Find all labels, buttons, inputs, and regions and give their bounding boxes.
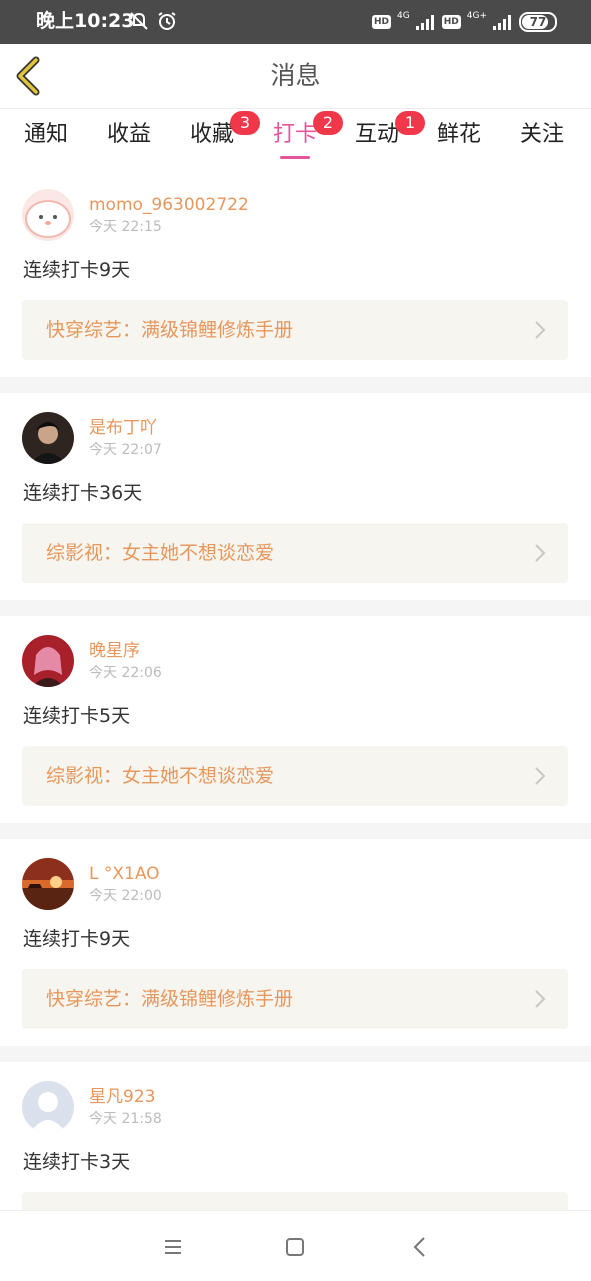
menu-icon[interactable] <box>159 1233 187 1261</box>
active-tab-indicator <box>280 156 310 159</box>
list-item: 晚星序 今天 22:06 连续打卡5天 综影视：女主她不想谈恋爱 <box>0 616 591 823</box>
tab-label: 通知 <box>24 122 69 147</box>
status-bar: 晚上10:23 HD 4G HD 4G+ 77 <box>0 0 591 44</box>
chevron-right-icon <box>535 321 546 339</box>
status-time: 晚上10:23 <box>36 10 135 32</box>
divider <box>0 377 591 393</box>
tab-interaction[interactable]: 互动 1 <box>355 111 425 151</box>
message-text: 连续打卡9天 <box>23 259 131 281</box>
home-icon[interactable] <box>281 1233 309 1261</box>
hd-badge: HD <box>372 15 392 29</box>
chevron-right-icon <box>535 990 546 1008</box>
divider <box>0 1046 591 1062</box>
avatar[interactable] <box>22 858 74 910</box>
tab-label: 打卡 <box>273 122 318 147</box>
message-text: 连续打卡5天 <box>23 705 131 727</box>
list-item: 是布丁吖 今天 22:07 连续打卡36天 综影视：女主她不想谈恋爱 <box>0 393 591 600</box>
message-text: 连续打卡9天 <box>23 928 131 950</box>
list-item: momo_963002722 今天 22:15 连续打卡9天 快穿综艺：满级锦鲤… <box>0 170 591 377</box>
book-title: 综影视：女主她不想谈恋爱 <box>46 542 275 564</box>
timestamp: 今天 22:00 <box>89 888 162 904</box>
tab-checkin[interactable]: 打卡 2 <box>273 111 343 151</box>
back-nav-icon[interactable] <box>406 1233 434 1261</box>
chevron-right-icon <box>535 544 546 562</box>
divider <box>0 600 591 616</box>
list-item: L °X1AO 今天 22:00 连续打卡9天 快穿综艺：满级锦鲤修炼手册 <box>0 839 591 1046</box>
tab-label: 鲜花 <box>437 122 482 147</box>
avatar[interactable] <box>22 412 74 464</box>
system-nav-bar <box>0 1210 591 1281</box>
timestamp: 今天 22:15 <box>89 219 162 235</box>
signal-icon <box>415 15 434 30</box>
tab-following[interactable]: 关注 <box>520 119 564 151</box>
timestamp: 今天 22:06 <box>89 665 162 681</box>
tab-label: 互动 <box>355 122 400 147</box>
avatar[interactable] <box>22 189 74 241</box>
network-label-2: 4G+ <box>466 11 487 21</box>
message-text: 连续打卡36天 <box>23 482 143 504</box>
avatar[interactable] <box>22 635 74 687</box>
hd-badge-2: HD <box>441 15 461 29</box>
tab-label: 收藏 <box>190 122 235 147</box>
app-header: 消息 <box>0 44 591 109</box>
chevron-right-icon <box>535 767 546 785</box>
alarm-icon <box>158 12 176 30</box>
username[interactable]: momo_963002722 <box>89 194 249 216</box>
book-title: 综影视：女主她不想谈恋爱 <box>46 765 275 787</box>
tab-notifications[interactable]: 通知 <box>24 119 68 151</box>
book-link[interactable]: 快穿综艺：满级锦鲤修炼手册 <box>22 300 568 360</box>
battery-level: 77 <box>529 15 547 29</box>
tab-label: 收益 <box>107 122 152 147</box>
tab-badge: 3 <box>230 111 260 135</box>
tab-badge: 1 <box>395 111 425 135</box>
tab-bar: 通知 收益 收藏 3 打卡 2 互动 1 鲜花 关注 <box>0 109 591 169</box>
timestamp: 今天 22:07 <box>89 442 162 458</box>
network-label: 4G <box>397 11 410 21</box>
book-link[interactable]: 快穿综艺：满级锦鲤修炼手册 <box>22 969 568 1029</box>
page-title: 消息 <box>270 61 321 90</box>
username[interactable]: L °X1AO <box>89 863 160 885</box>
tab-favorites[interactable]: 收藏 3 <box>190 111 260 151</box>
mute-icon <box>130 12 148 30</box>
username[interactable]: 星凡923 <box>89 1086 155 1108</box>
divider <box>0 823 591 839</box>
avatar[interactable] <box>22 1081 74 1133</box>
tab-earnings[interactable]: 收益 <box>107 119 151 151</box>
message-text: 连续打卡3天 <box>23 1151 131 1173</box>
book-link[interactable]: 综影视：女主她不想谈恋爱 <box>22 746 568 806</box>
username[interactable]: 晚星序 <box>89 640 140 662</box>
tab-flowers[interactable]: 鲜花 <box>437 119 481 151</box>
book-title: 快穿综艺：满级锦鲤修炼手册 <box>46 319 294 341</box>
status-right: HD 4G HD 4G+ 77 <box>372 10 557 34</box>
message-list: momo_963002722 今天 22:15 连续打卡9天 快穿综艺：满级锦鲤… <box>0 170 591 1269</box>
tab-label: 关注 <box>520 122 565 147</box>
timestamp: 今天 21:58 <box>89 1111 162 1127</box>
username[interactable]: 是布丁吖 <box>89 417 157 439</box>
tab-badge: 2 <box>313 111 343 135</box>
book-title: 快穿综艺：满级锦鲤修炼手册 <box>46 988 294 1010</box>
signal-icon-2 <box>493 15 511 30</box>
battery-icon: 77 <box>519 12 557 32</box>
book-link[interactable]: 综影视：女主她不想谈恋爱 <box>22 523 568 583</box>
